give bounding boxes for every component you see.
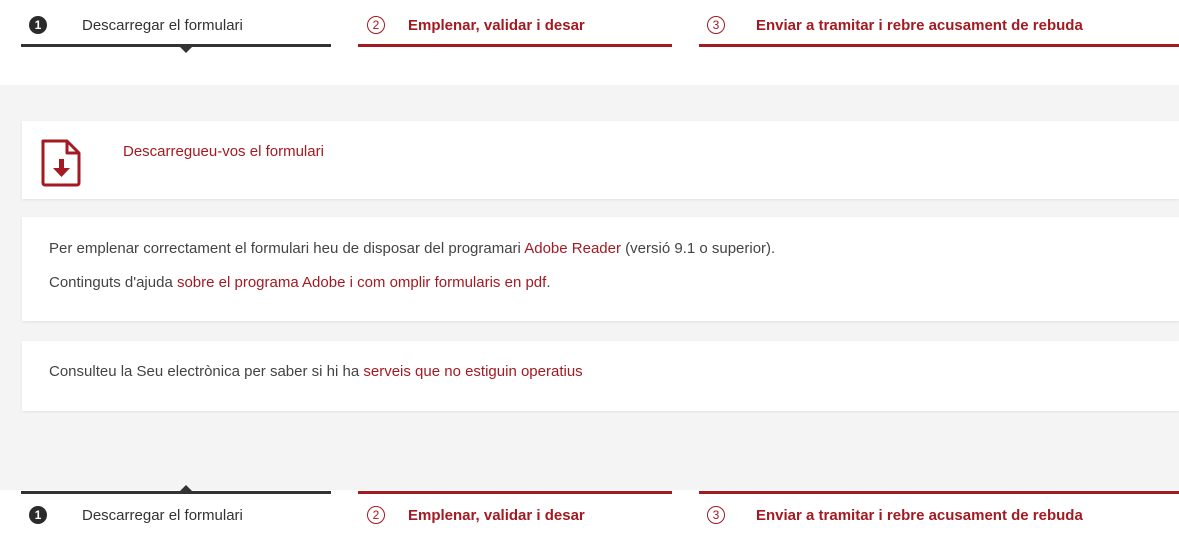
non-operational-services-link[interactable]: serveis que no estiguin operatius [363, 363, 582, 380]
notice-card: Consulteu la Seu electrònica per saber s… [22, 341, 1179, 411]
step-1-number: 1 [29, 16, 47, 34]
content-panel: Descarregueu-vos el formulari Per emplen… [0, 85, 1179, 490]
step-3-number-bottom: 3 [707, 506, 725, 524]
adobe-help-link[interactable]: sobre el programa Adobe i com omplir for… [177, 274, 546, 291]
help-content-pre: Continguts d'ajuda [49, 274, 177, 291]
step-1-label: Descarregar el formulari [82, 16, 243, 34]
step-3-number: 3 [707, 16, 725, 34]
step-1-tab-bottom[interactable]: 1 Descarregar el formulari [21, 485, 331, 540]
step-3-label: Enviar a tramitar i rebre acusament de r… [756, 16, 1083, 34]
step-1-label-bottom: Descarregar el formulari [82, 506, 243, 524]
step-3-overline [699, 491, 1179, 494]
download-form-link[interactable]: Descarregueu-vos el formulari [123, 143, 324, 160]
services-notice-pre: Consulteu la Seu electrònica per saber s… [49, 363, 364, 380]
active-step-caret-up-icon [180, 485, 192, 491]
pdf-download-icon[interactable] [39, 139, 83, 187]
step-1-tab[interactable]: 1 Descarregar el formulari [21, 0, 331, 53]
services-notice-text: Consulteu la Seu electrònica per saber s… [49, 363, 583, 380]
help-content-text: Continguts d'ajuda sobre el programa Ado… [49, 274, 550, 291]
step-3-tab-bottom[interactable]: 3 Enviar a tramitar i rebre acusament de… [699, 490, 1179, 540]
info-card: Per emplenar correctament el formulari h… [22, 217, 1179, 321]
step-2-tab[interactable]: 2 Emplenar, validar i desar [358, 0, 672, 50]
step-3-tab[interactable]: 3 Enviar a tramitar i rebre acusament de… [699, 0, 1179, 50]
step-navigation-top: 1 Descarregar el formulari 2 Emplenar, v… [0, 0, 1179, 53]
adobe-requirement-text: Per emplenar correctament el formulari h… [49, 240, 775, 257]
step-2-label: Emplenar, validar i desar [408, 16, 585, 34]
step-2-underline [358, 44, 672, 47]
adobe-requirement-pre: Per emplenar correctament el formulari h… [49, 240, 525, 257]
help-content-post: . [546, 274, 551, 291]
step-2-tab-bottom[interactable]: 2 Emplenar, validar i desar [358, 490, 672, 540]
step-1-underline [21, 44, 331, 47]
step-navigation-bottom: 1 Descarregar el formulari 2 Emplenar, v… [0, 485, 1179, 540]
step-1-overline [21, 491, 331, 494]
active-step-caret-icon [180, 47, 192, 53]
step-2-overline [358, 491, 672, 494]
step-3-label-bottom: Enviar a tramitar i rebre acusament de r… [756, 506, 1083, 524]
adobe-reader-link[interactable]: Adobe Reader [524, 240, 621, 257]
step-1-number-bottom: 1 [29, 506, 47, 524]
step-2-number: 2 [367, 16, 385, 34]
download-card: Descarregueu-vos el formulari [22, 121, 1179, 199]
adobe-requirement-post: (versió 9.1 o superior). [620, 240, 776, 257]
step-2-number-bottom: 2 [367, 506, 385, 524]
step-3-underline [699, 44, 1179, 47]
step-2-label-bottom: Emplenar, validar i desar [408, 506, 585, 524]
